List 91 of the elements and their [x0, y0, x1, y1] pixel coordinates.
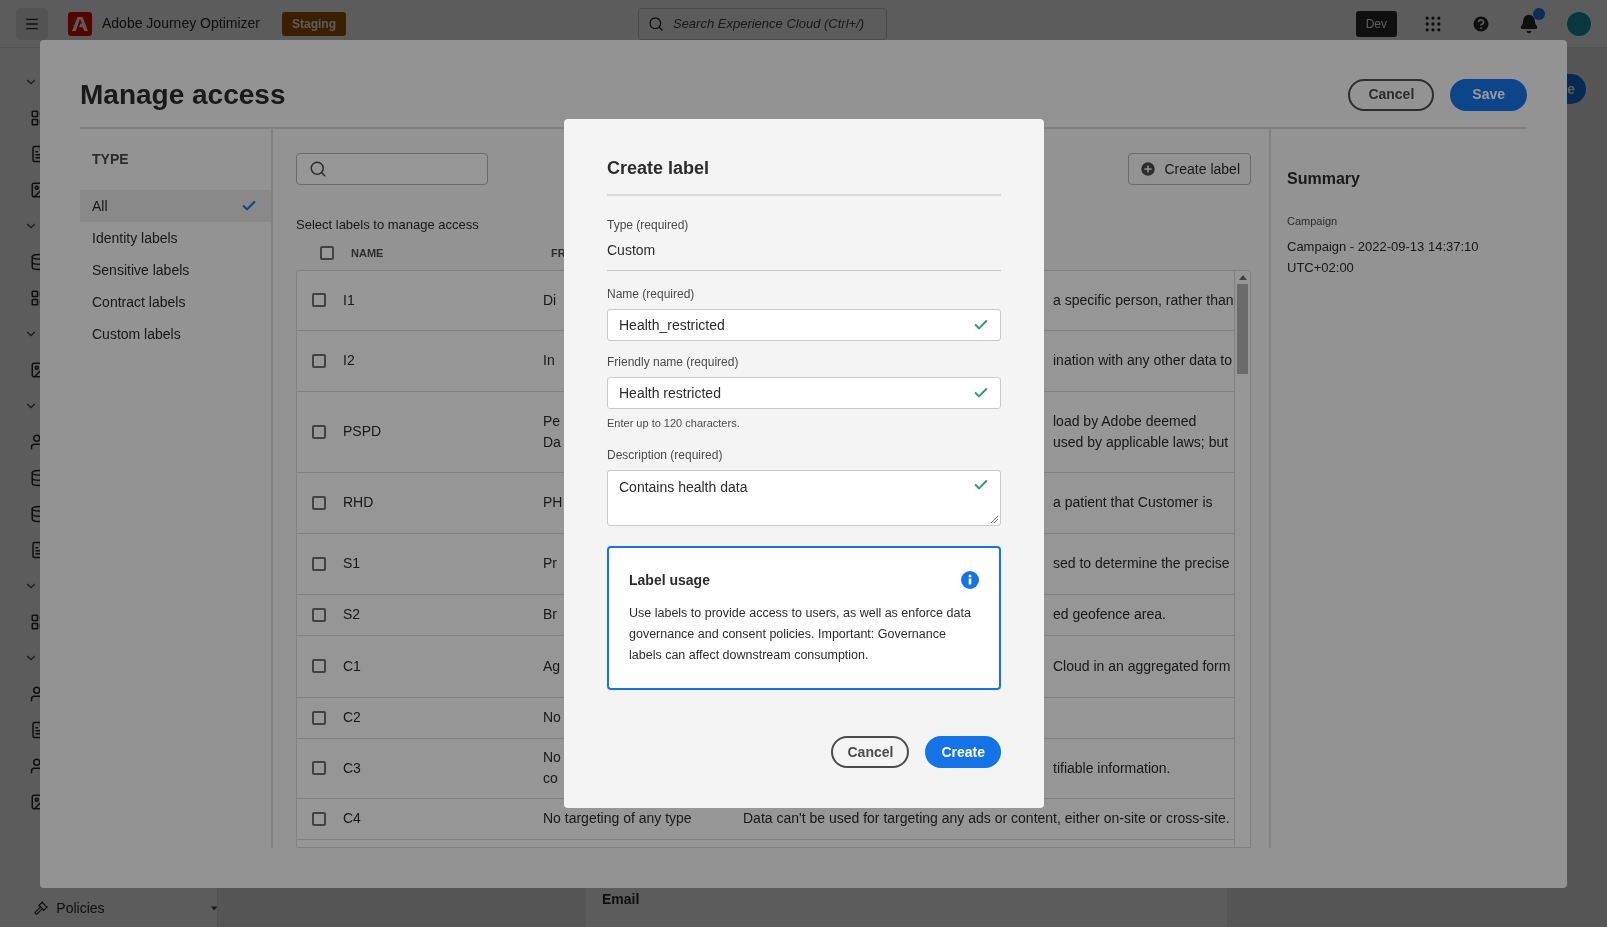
field-label: Type (required)	[607, 217, 690, 234]
help-icon[interactable]	[1471, 13, 1491, 34]
table-cell: ination with any other data to	[1053, 352, 1232, 368]
cancel-button[interactable]: Cancel	[1348, 78, 1435, 111]
help-text: Enter up to 120 characters.	[607, 416, 741, 431]
table-cell: Cloud in an aggregated form	[1053, 657, 1231, 674]
bell-icon	[1519, 13, 1539, 34]
table-cell-text: I1	[343, 290, 356, 310]
field-label: Description (required)	[607, 446, 724, 464]
table-cell-text: C1	[343, 656, 362, 676]
create-label-button[interactable]: Create label	[1127, 153, 1251, 185]
panel-heading: Email	[602, 890, 641, 909]
type-item[interactable]: Sensitive labels	[80, 254, 271, 286]
table-cell: No co	[543, 749, 561, 786]
instruction-text: Select labels to manage access	[296, 216, 479, 234]
table-cell-text: C4	[343, 809, 362, 828]
table-cell-text: S1	[343, 554, 362, 573]
table-cell: Ag	[543, 657, 561, 674]
row-checkbox[interactable]	[312, 607, 326, 622]
row-checkbox[interactable]	[312, 761, 326, 775]
table-cell: In	[543, 352, 555, 368]
dialog-title: Create label	[607, 155, 1001, 196]
row-checkbox[interactable]	[312, 556, 326, 571]
text-field[interactable]: Health restricted	[607, 377, 1001, 409]
row-checkbox[interactable]	[312, 659, 326, 673]
search-field[interactable]: Search Experience Cloud (Ctrl+/)	[637, 7, 887, 40]
info-box-title: Label usage	[629, 570, 710, 590]
search-field[interactable]	[296, 153, 488, 185]
table-cell: Br	[543, 606, 557, 622]
select-all-checkbox[interactable]	[320, 246, 334, 260]
table-cell-text: PSPD	[343, 422, 383, 441]
table-cell: No	[543, 709, 561, 725]
column-header[interactable]: NAME	[351, 244, 551, 262]
org-badge[interactable]: Dev	[1355, 10, 1397, 37]
avatar[interactable]	[1567, 11, 1591, 36]
info-box-text: Use labels to provide access to users, as well as enforce data governance and consent policies. Important: Governance labels can affect downstream consumption.	[629, 604, 972, 664]
table-cell: Data can't be used for targeting any ads or content, either on-site or cross-site.	[743, 810, 1230, 826]
summary-title: Summary	[1287, 169, 1361, 189]
table-cell-text: C3	[343, 758, 362, 778]
cancel-button[interactable]: Cancel	[831, 736, 910, 768]
table-cell: Pe Da	[543, 412, 561, 450]
table-cell: PH	[543, 494, 563, 510]
table-cell: load by Adobe deemed used by applicable laws; but	[1053, 412, 1229, 450]
row-checkbox[interactable]	[312, 353, 326, 368]
scrollbar-thumb[interactable]	[1237, 283, 1248, 374]
environment-badge: Staging	[281, 11, 346, 36]
scrollbar[interactable]	[1234, 270, 1250, 847]
type-item[interactable]: Identity labels	[80, 222, 271, 254]
caret-icon[interactable]	[210, 905, 217, 911]
resize-handle-icon[interactable]	[990, 514, 999, 524]
type-heading: TYPE	[91, 150, 130, 169]
table-cell-text: C2	[343, 708, 362, 727]
field-value: Campaign - 2022-09-13 14:37:10 UTC+02:00	[1287, 237, 1480, 277]
app-name: Adobe Journey Optimizer	[102, 14, 260, 33]
plus-circle-icon	[1138, 160, 1157, 178]
row-checkbox[interactable]	[312, 710, 326, 725]
type-item[interactable]: Custom labels	[80, 318, 271, 350]
menu-button[interactable]	[16, 7, 48, 40]
type-value: Custom	[607, 240, 1001, 271]
search-icon	[647, 15, 664, 32]
table-cell: a specific person, rather than	[1053, 291, 1234, 308]
save-button[interactable]: Save	[1450, 78, 1527, 111]
row-checkbox[interactable]	[312, 293, 326, 307]
table-cell: Di	[543, 291, 557, 308]
type-item[interactable]: Contract labels	[80, 286, 271, 318]
table-cell: Pr	[543, 555, 557, 571]
create-button[interactable]: Create	[925, 736, 1001, 768]
table-cell: ed geofence area.	[1053, 606, 1166, 622]
nav-item[interactable]: Policies	[56, 897, 105, 919]
dialog-title: Manage access	[80, 77, 286, 112]
text-area[interactable]: Contains health data	[607, 469, 1001, 526]
field-label: Name (required)	[607, 286, 696, 303]
table-cell-text: I2	[343, 351, 356, 370]
app-logo-icon[interactable]	[68, 11, 92, 36]
row-checkbox[interactable]	[312, 424, 326, 439]
table-cell-text: S2	[343, 605, 362, 624]
field-label: Campaign	[1287, 214, 1339, 229]
info-icon	[961, 571, 979, 589]
table-cell: tifiable information.	[1053, 759, 1171, 776]
search-icon	[309, 160, 327, 178]
table-cell: No targeting of any type	[543, 810, 692, 826]
field-label: Friendly name (required)	[607, 354, 740, 371]
table-cell: sed to determine the precise	[1053, 555, 1230, 571]
gavel-icon	[34, 899, 49, 917]
table-cell-text: RHD	[343, 493, 375, 512]
type-item[interactable]: All	[80, 190, 271, 222]
text-field[interactable]: Health_restricted	[607, 309, 1001, 341]
scroll-up-icon[interactable]	[1238, 274, 1247, 280]
row-checkbox[interactable]	[312, 811, 326, 826]
row-checkbox[interactable]	[312, 495, 326, 510]
table-cell: a patient that Customer is	[1053, 494, 1213, 510]
